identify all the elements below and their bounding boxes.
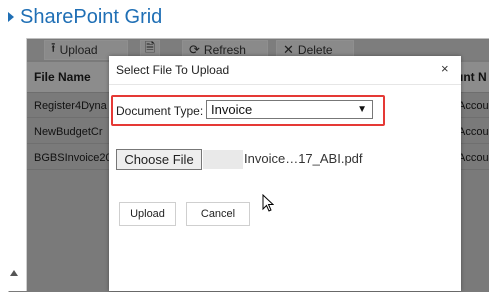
cancel-button[interactable]: Cancel — [186, 202, 250, 226]
grid-left-strip — [8, 38, 27, 291]
choose-file-button[interactable]: Choose File — [116, 149, 202, 170]
column-header-file-name[interactable]: File Name — [34, 70, 91, 84]
dialog-divider — [109, 84, 461, 85]
title-arrow-icon — [8, 12, 14, 22]
table-cell-account: Accou — [458, 100, 489, 112]
dialog-title: Select File To Upload — [116, 63, 230, 77]
close-icon[interactable]: × — [441, 61, 449, 76]
table-cell-file[interactable]: BGBSInvoice20 — [34, 152, 112, 164]
toolbar-refresh-label: Refresh — [203, 43, 246, 57]
redacted-file-prefix — [203, 150, 243, 169]
upload-dialog — [109, 56, 461, 291]
upload-icon: ⭱ — [51, 40, 56, 55]
toolbar-delete-label: Delete — [297, 43, 333, 57]
page-title: SharePoint Grid — [20, 5, 163, 28]
table-cell-account: Accou — [458, 126, 489, 138]
document-type-label: Document Type: — [116, 104, 204, 118]
table-cell-account: Accou — [458, 152, 489, 164]
mouse-pointer-icon — [262, 194, 274, 212]
scroll-up-icon[interactable] — [10, 270, 18, 276]
table-cell-file[interactable]: NewBudgetCr — [34, 126, 102, 138]
upload-button[interactable]: Upload — [119, 202, 176, 226]
chevron-down-icon: ▼ — [357, 104, 367, 115]
toolbar-upload-label: Upload — [59, 43, 98, 57]
document-type-value: Invoice — [211, 102, 253, 117]
document-type-select[interactable]: Invoice ▼ — [206, 100, 373, 119]
table-cell-file[interactable]: Register4Dyna — [34, 100, 107, 112]
selected-file-name: Invoice…17_ABI.pdf — [244, 151, 363, 166]
app-title-bar: SharePoint Grid — [8, 4, 162, 30]
